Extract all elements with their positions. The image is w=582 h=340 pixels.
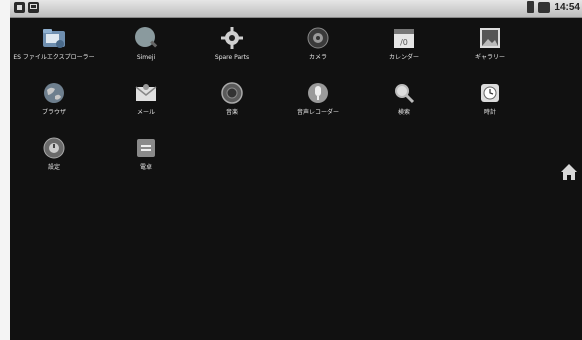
signal-icon bbox=[538, 1, 551, 13]
app-label: 時計 bbox=[483, 109, 496, 116]
app-label: 音声レコーダー bbox=[296, 109, 339, 116]
app-label: ブラウザ bbox=[41, 109, 66, 116]
microphone-icon bbox=[305, 80, 331, 106]
app-label: 音楽 bbox=[225, 109, 238, 116]
app-label: ES ファイルエクスプローラー bbox=[13, 54, 95, 61]
app-mail[interactable]: メール bbox=[104, 80, 188, 117]
music-icon bbox=[219, 80, 245, 106]
app-settings[interactable]: 設定 bbox=[12, 135, 96, 172]
home-icon bbox=[561, 164, 577, 180]
app-label: 設定 bbox=[47, 164, 60, 171]
screen: 14:54 ES ファイルエクスプローラー Simeji Spare Parts bbox=[10, 0, 582, 340]
calculator-icon bbox=[133, 135, 159, 161]
globe-icon bbox=[41, 80, 67, 106]
app-music[interactable]: 音楽 bbox=[190, 80, 274, 117]
app-simeji[interactable]: Simeji bbox=[104, 25, 188, 62]
camera-icon bbox=[305, 25, 331, 51]
magnifier-icon bbox=[391, 80, 417, 106]
app-label: 検索 bbox=[397, 109, 410, 116]
app-label: 電卓 bbox=[139, 164, 152, 171]
usb-icon bbox=[28, 2, 39, 13]
app-voice-recorder[interactable]: 音声レコーダー bbox=[276, 80, 360, 117]
clock-icon bbox=[477, 80, 503, 106]
app-label: メール bbox=[136, 109, 155, 116]
app-spare-parts[interactable]: Spare Parts bbox=[190, 25, 274, 62]
home-button[interactable] bbox=[560, 163, 578, 181]
status-bar: 14:54 bbox=[10, 0, 582, 18]
app-browser[interactable]: ブラウザ bbox=[12, 80, 96, 117]
app-label: Spare Parts bbox=[214, 54, 250, 61]
app-calendar[interactable]: /0 カレンダー bbox=[362, 25, 446, 62]
gear-icon bbox=[219, 25, 245, 51]
app-label: カレンダー bbox=[388, 54, 419, 61]
status-time: 14:54 bbox=[554, 1, 580, 13]
calendar-icon: /0 bbox=[391, 25, 417, 51]
svg-text:/0: /0 bbox=[400, 38, 408, 47]
app-clock[interactable]: 時計 bbox=[448, 80, 532, 117]
mail-icon bbox=[133, 80, 159, 106]
app-es-file-explorer[interactable]: ES ファイルエクスプローラー bbox=[12, 25, 96, 62]
folder-icon bbox=[41, 25, 67, 51]
app-label: カメラ bbox=[308, 54, 327, 61]
app-camera[interactable]: カメラ bbox=[276, 25, 360, 62]
app-gallery[interactable]: ギャラリー bbox=[448, 25, 532, 62]
app-label: Simeji bbox=[136, 54, 156, 61]
simeji-icon bbox=[133, 25, 159, 51]
settings-icon bbox=[41, 135, 67, 161]
sd-card-icon bbox=[14, 2, 25, 13]
status-bar-system: 14:54 bbox=[527, 1, 580, 13]
app-search[interactable]: 検索 bbox=[362, 80, 446, 117]
battery-icon bbox=[527, 1, 535, 13]
app-label: ギャラリー bbox=[474, 54, 505, 61]
app-calculator[interactable]: 電卓 bbox=[104, 135, 188, 172]
gallery-icon bbox=[477, 25, 503, 51]
status-bar-notifications bbox=[14, 2, 39, 13]
